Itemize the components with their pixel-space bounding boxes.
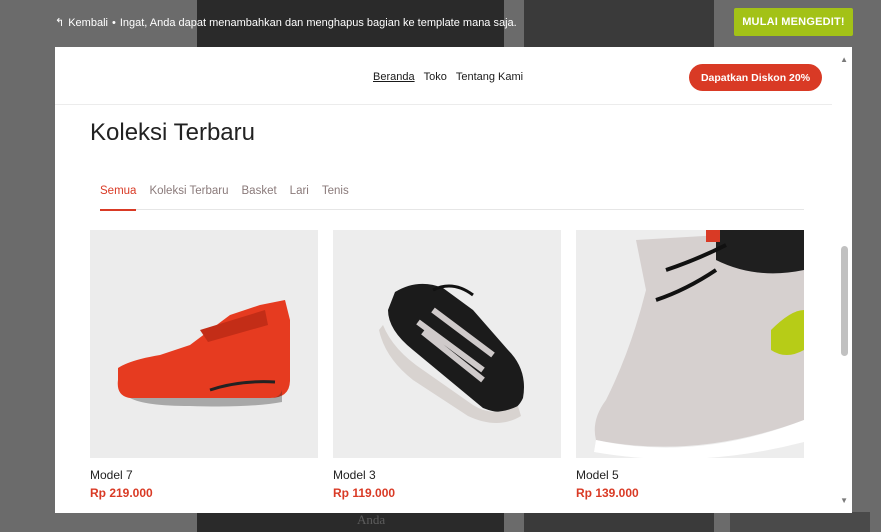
product-name[interactable]: Model 3 [333, 468, 376, 482]
nav-link-home[interactable]: Beranda [373, 71, 415, 83]
site-header: Beranda Toko Tentang Kami Dapatkan Disko… [55, 47, 832, 105]
product-image[interactable] [576, 230, 804, 458]
product-image[interactable] [90, 230, 318, 458]
tab-latest[interactable]: Koleksi Terbaru [149, 176, 228, 209]
back-arrow-icon: ↰ [55, 17, 65, 29]
template-preview: Beranda Toko Tentang Kami Dapatkan Disko… [55, 47, 852, 513]
collection-tabs: Semua Koleksi Terbaru Basket Lari Tenis [100, 176, 804, 211]
product-card[interactable]: Model 7 Rp 219.000 [90, 230, 318, 500]
product-name[interactable]: Model 7 [90, 468, 133, 482]
preview-scrollbar[interactable]: ▲ ▼ [837, 47, 852, 513]
scroll-down-icon[interactable]: ▼ [840, 496, 848, 505]
product-card[interactable]: Model 3 Rp 119.000 [333, 230, 561, 500]
back-link[interactable]: ↰ Kembali • Ingat, Anda dapat menambahka… [55, 16, 517, 30]
start-editing-button[interactable]: MULAI MENGEDIT! [734, 8, 853, 36]
site-nav: Beranda Toko Tentang Kami [373, 71, 523, 83]
product-grid: Model 7 Rp 219.000 Model 3 Rp 119.000 Mo… [90, 230, 810, 513]
tab-tennis[interactable]: Tenis [322, 176, 349, 209]
background-panel [730, 512, 870, 532]
separator-dot: • [111, 16, 116, 29]
nav-link-about[interactable]: Tentang Kami [456, 71, 523, 83]
tab-all[interactable]: Semua [100, 176, 137, 211]
product-name[interactable]: Model 5 [576, 468, 619, 482]
nav-link-shop[interactable]: Toko [424, 71, 447, 83]
tab-basketball[interactable]: Basket [242, 176, 277, 209]
back-label[interactable]: Kembali [68, 17, 108, 29]
editor-topbar: ↰ Kembali • Ingat, Anda dapat menambahka… [0, 0, 881, 46]
discount-button[interactable]: Dapatkan Diskon 20% [689, 64, 822, 91]
product-price: Rp 139.000 [576, 486, 639, 500]
product-image[interactable] [333, 230, 561, 458]
background-text: Anda [357, 512, 386, 527]
section-title: Koleksi Terbaru [90, 119, 255, 146]
product-price: Rp 219.000 [90, 486, 153, 500]
tab-running[interactable]: Lari [290, 176, 309, 209]
scroll-up-icon[interactable]: ▲ [840, 55, 848, 64]
scroll-thumb[interactable] [841, 246, 848, 356]
product-card[interactable]: Model 5 Rp 139.000 [576, 230, 804, 500]
template-hint: Ingat, Anda dapat menambahkan dan mengha… [119, 16, 517, 29]
product-price: Rp 119.000 [333, 486, 396, 500]
